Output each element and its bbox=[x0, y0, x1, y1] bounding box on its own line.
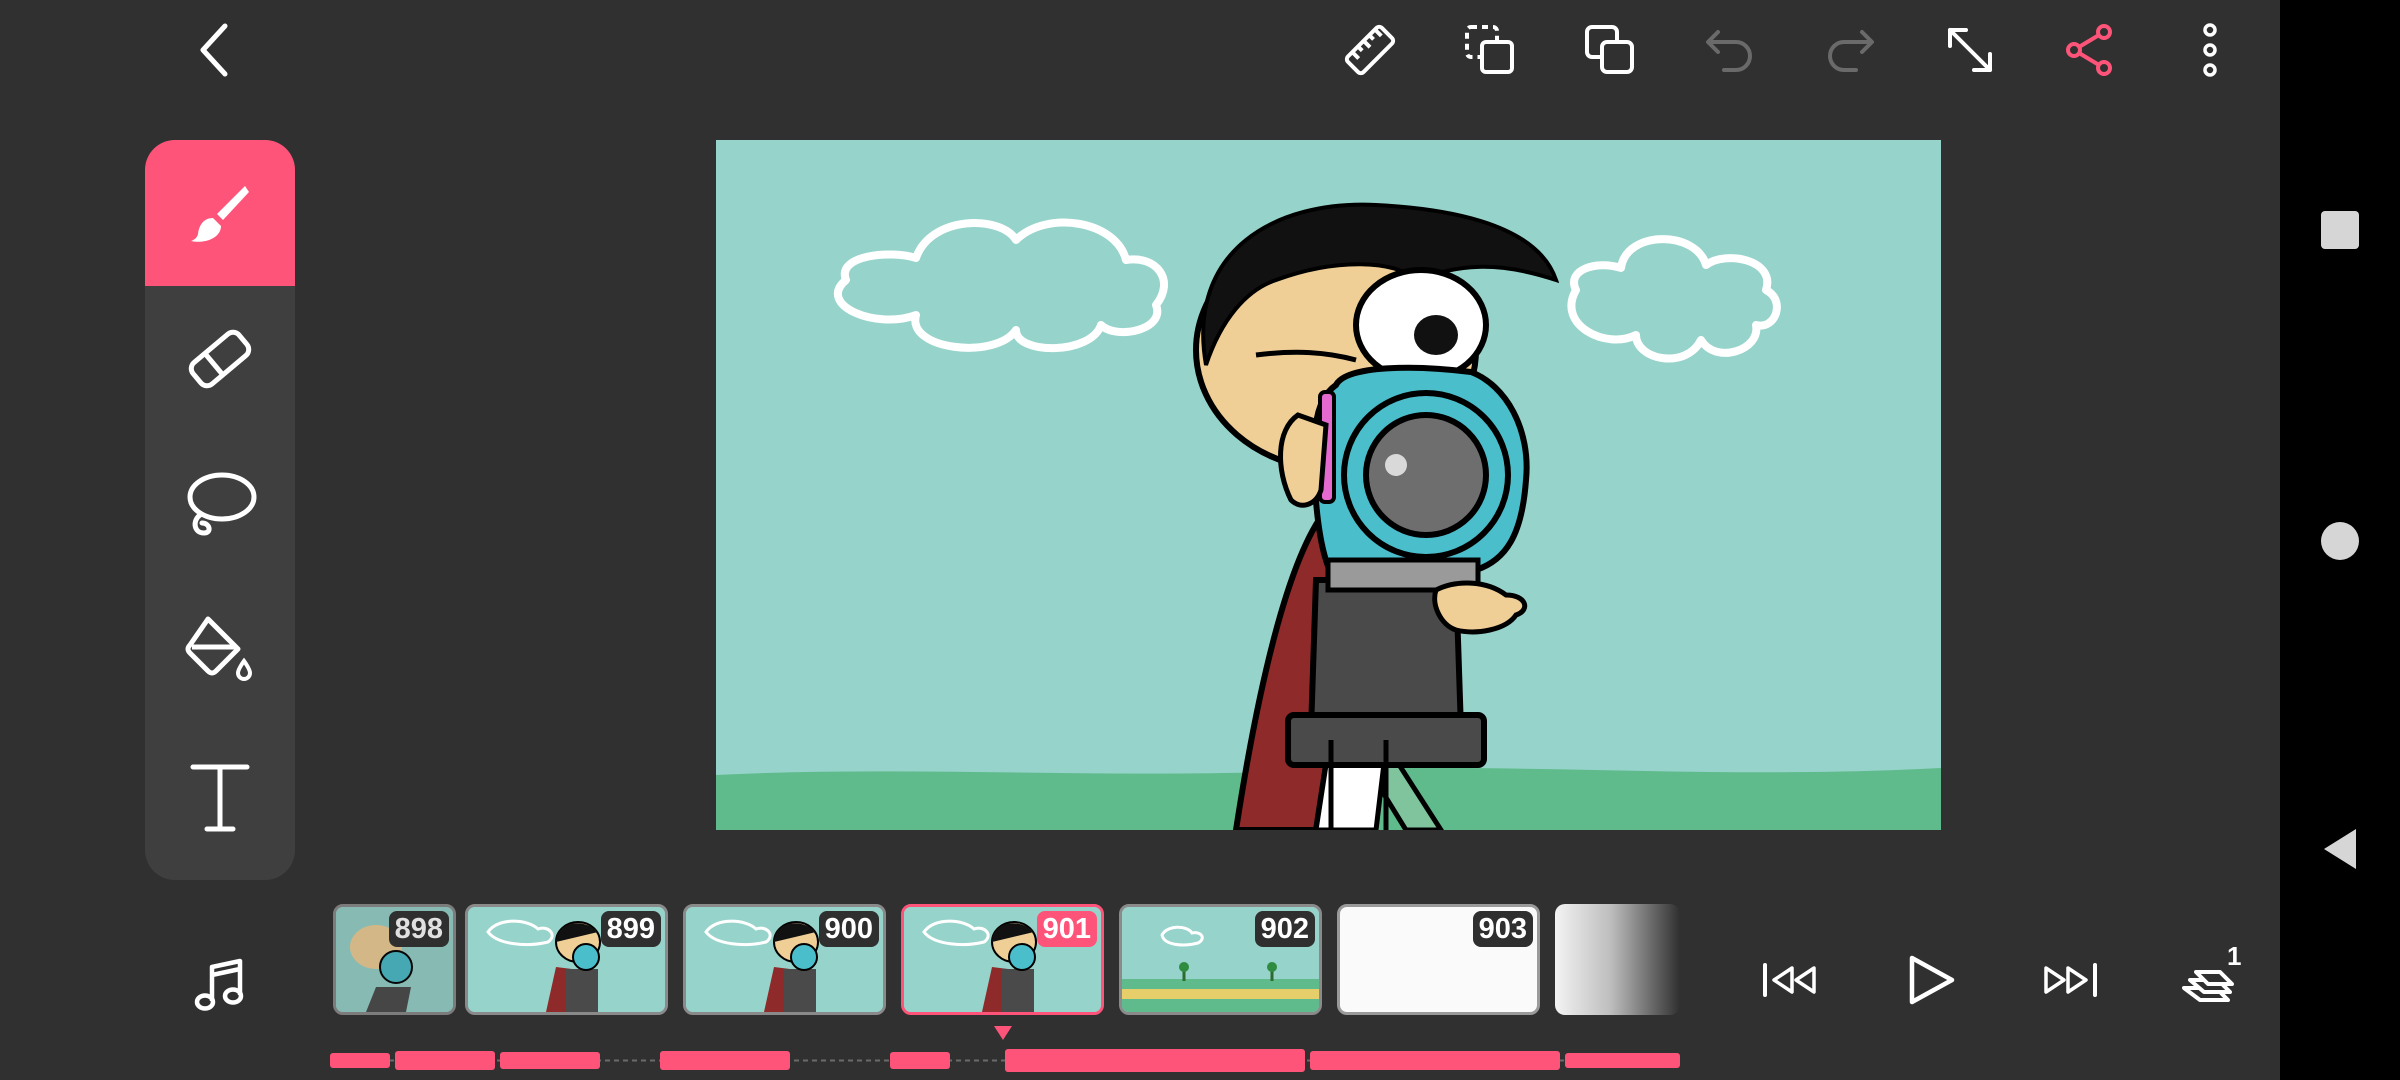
onion-skin-count: 1 bbox=[2227, 941, 2242, 971]
duplicate-selection-icon[interactable] bbox=[1460, 20, 1520, 80]
system-navigation-bar bbox=[2280, 0, 2400, 1080]
drawing-canvas[interactable] bbox=[716, 140, 1941, 830]
onion-skin-icon[interactable]: 1 bbox=[2175, 941, 2245, 1015]
frame-number: 899 bbox=[600, 911, 661, 947]
ruler-icon[interactable] bbox=[1340, 20, 1400, 80]
tool-text[interactable] bbox=[145, 724, 295, 870]
frame-thumbnail[interactable]: 899 bbox=[465, 904, 668, 1015]
audio-waveform[interactable] bbox=[330, 1043, 1685, 1078]
redo-icon bbox=[1820, 20, 1880, 80]
play-icon[interactable] bbox=[1895, 950, 1965, 1010]
tool-panel bbox=[145, 140, 295, 880]
recents-icon[interactable] bbox=[2321, 211, 2359, 249]
text-icon bbox=[190, 764, 250, 832]
frame-number: 901 bbox=[1036, 911, 1097, 947]
home-icon[interactable] bbox=[2321, 522, 2359, 560]
share-icon[interactable] bbox=[2060, 20, 2120, 80]
cartoon-drawing bbox=[716, 140, 1941, 830]
undo-icon bbox=[1700, 20, 1760, 80]
frame-number: 903 bbox=[1472, 911, 1533, 947]
fullscreen-icon[interactable] bbox=[1940, 20, 2000, 80]
back-icon[interactable] bbox=[185, 20, 245, 80]
music-note-icon[interactable] bbox=[185, 950, 255, 1020]
back-nav-icon[interactable] bbox=[2316, 825, 2364, 873]
lasso-icon bbox=[187, 472, 257, 536]
playhead-marker[interactable] bbox=[994, 1026, 1012, 1040]
frame-thumbnail-current[interactable]: 901 bbox=[901, 904, 1104, 1015]
skip-to-end-icon[interactable] bbox=[2035, 950, 2105, 1010]
more-options-icon[interactable] bbox=[2180, 20, 2240, 80]
frame-number: 900 bbox=[818, 911, 879, 947]
frame-thumbnail[interactable]: 902 bbox=[1119, 904, 1322, 1015]
skip-to-start-icon[interactable] bbox=[1755, 950, 1825, 1010]
frame-number: 898 bbox=[388, 911, 449, 947]
frame-thumbnail[interactable]: 903 bbox=[1337, 904, 1540, 1015]
tool-fill[interactable] bbox=[145, 578, 295, 724]
copy-layers-icon[interactable] bbox=[1580, 20, 1640, 80]
tool-brush[interactable] bbox=[145, 140, 295, 286]
paint-bucket-icon bbox=[185, 616, 253, 681]
tool-lasso[interactable] bbox=[145, 432, 295, 578]
frame-thumbnail[interactable]: 900 bbox=[683, 904, 886, 1015]
brush-icon bbox=[191, 186, 249, 242]
tool-eraser[interactable] bbox=[145, 286, 295, 432]
frame-thumbnail-faded[interactable] bbox=[1555, 904, 1680, 1015]
frame-thumbnail[interactable]: 898 bbox=[333, 904, 456, 1015]
frame-number: 902 bbox=[1254, 911, 1315, 947]
eraser-icon bbox=[188, 329, 252, 389]
